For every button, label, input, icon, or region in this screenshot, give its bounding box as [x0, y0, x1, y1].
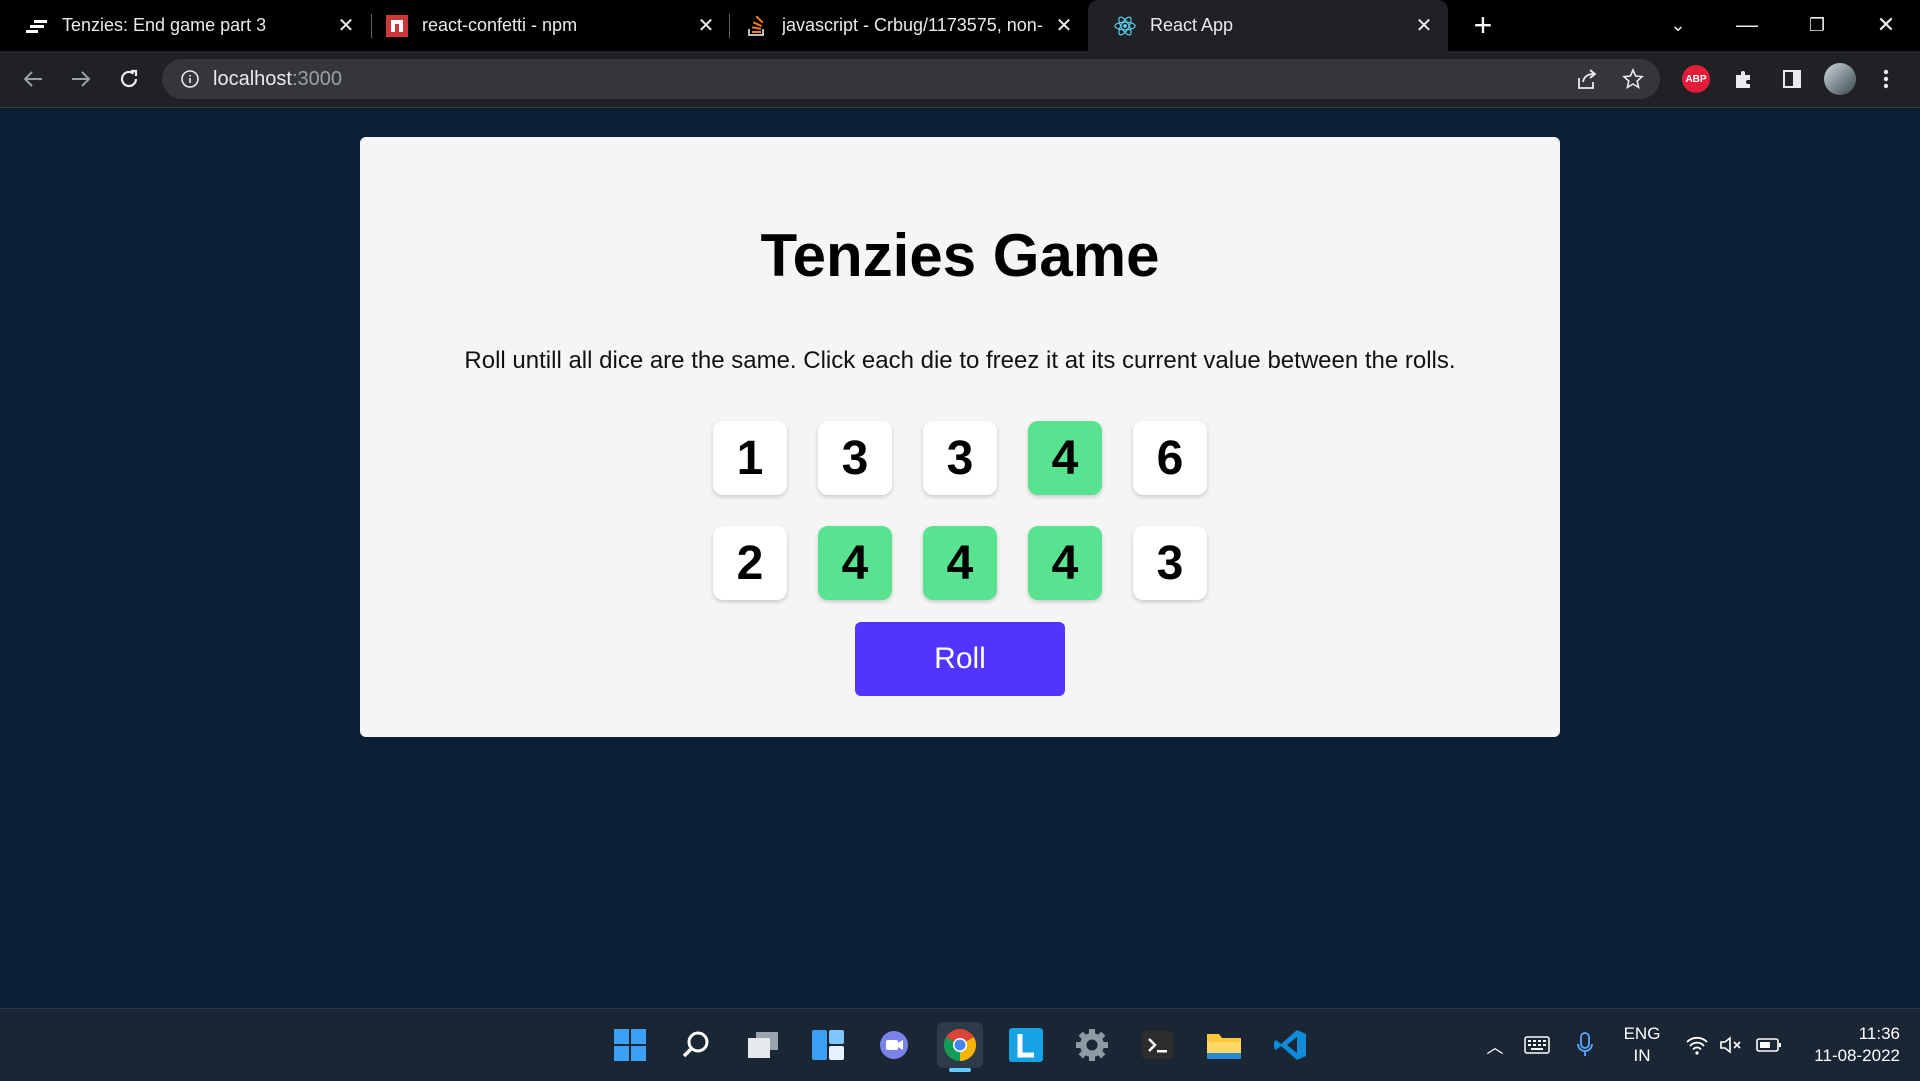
roll-button[interactable]: Roll — [855, 622, 1065, 696]
touch-keyboard-icon[interactable] — [1520, 1009, 1554, 1081]
die[interactable]: 3 — [1133, 526, 1207, 600]
new-tab-button[interactable]: + — [1466, 8, 1500, 42]
tab-title: Tenzies: End game part 3 — [62, 15, 267, 35]
volume-muted-icon[interactable] — [1717, 1009, 1747, 1081]
vscode-icon[interactable] — [1267, 1022, 1313, 1068]
die-held[interactable]: 4 — [818, 526, 892, 600]
side-panel-icon[interactable] — [1778, 65, 1806, 93]
npm-favicon-icon — [386, 14, 408, 37]
die-held[interactable]: 4 — [1028, 421, 1102, 495]
tab-strip: Tenzies: End game part 3 ✕ react-confett… — [0, 0, 1920, 51]
chat-icon[interactable] — [871, 1022, 917, 1068]
wifi-icon[interactable] — [1682, 1009, 1712, 1081]
profile-avatar[interactable] — [1824, 63, 1856, 95]
language-code: ENG — [1623, 1024, 1661, 1043]
menu-kebab-icon[interactable] — [1872, 65, 1900, 93]
chrome-icon[interactable] — [937, 1022, 983, 1072]
share-icon[interactable] — [1575, 68, 1599, 90]
close-tab-icon[interactable]: ✕ — [696, 15, 716, 37]
tab-title: React App — [1150, 15, 1234, 35]
tab-title: javascript - Crbug/1173575, non- — [782, 15, 1043, 35]
file-explorer-icon[interactable] — [1201, 1022, 1247, 1068]
windows-taskbar: ︿ ENG IN 11:36 11-08-2022 — [0, 1008, 1920, 1081]
instructions-text: Roll untill all dice are the same. Click… — [464, 347, 1456, 374]
clock-time: 11:36 — [1858, 1024, 1900, 1043]
tab-search-icon[interactable]: ⌄ — [1658, 8, 1698, 42]
die[interactable]: 1 — [713, 421, 787, 495]
adblock-plus-icon[interactable]: ABP — [1682, 65, 1710, 93]
tab-tenzies-end-game[interactable]: Tenzies: End game part 3 ✕ — [0, 0, 370, 51]
tab-react-app[interactable]: React App ✕ — [1088, 0, 1448, 51]
reload-button[interactable] — [115, 65, 143, 93]
active-app-indicator — [949, 1068, 971, 1072]
tenzies-card: Tenzies Game Roll untill all dice are th… — [360, 137, 1560, 737]
search-icon[interactable] — [673, 1022, 719, 1068]
tab-title: react-confetti - npm — [422, 15, 578, 35]
browser-toolbar: localhost:3000 ABP — [0, 51, 1920, 108]
close-tab-icon[interactable]: ✕ — [336, 15, 356, 37]
die[interactable]: 3 — [923, 421, 997, 495]
start-icon[interactable] — [607, 1022, 653, 1068]
address-bar[interactable]: localhost:3000 — [162, 59, 1660, 99]
die[interactable]: 2 — [713, 526, 787, 600]
tab-react-confetti[interactable]: react-confetti - npm ✕ — [360, 0, 730, 51]
settings-icon[interactable] — [1069, 1022, 1115, 1068]
battery-icon[interactable] — [1754, 1009, 1784, 1081]
widgets-icon[interactable] — [805, 1022, 851, 1068]
die-held[interactable]: 4 — [1028, 526, 1102, 600]
back-button[interactable] — [19, 65, 47, 93]
restore-icon[interactable]: ❐ — [1797, 8, 1837, 42]
site-info-icon — [181, 70, 199, 88]
bookmark-star-icon[interactable] — [1622, 68, 1644, 90]
clock[interactable]: 11:36 11-08-2022 — [1790, 1023, 1900, 1067]
language-region: IN — [1633, 1046, 1651, 1065]
close-window-icon[interactable]: ✕ — [1866, 8, 1906, 42]
reload-icon — [120, 69, 138, 88]
task-view-icon[interactable] — [740, 1022, 786, 1068]
forward-arrow-icon — [72, 71, 91, 87]
url-text: localhost:3000 — [213, 68, 342, 91]
language-indicator[interactable]: ENG IN — [1620, 1023, 1664, 1067]
tray-chevron-up-icon[interactable]: ︿ — [1480, 1009, 1510, 1081]
minimize-icon[interactable]: — — [1727, 8, 1767, 42]
dice-grid: 1 3 3 4 6 2 4 4 4 3 — [713, 421, 1207, 600]
l-app-icon[interactable] — [1003, 1022, 1049, 1068]
back-arrow-icon — [23, 71, 42, 87]
scrimba-favicon-icon — [26, 15, 48, 37]
close-tab-icon[interactable]: ✕ — [1414, 15, 1434, 37]
die[interactable]: 6 — [1133, 421, 1207, 495]
react-favicon-icon — [1114, 15, 1136, 37]
stackoverflow-favicon-icon — [746, 14, 768, 37]
clock-date: 11-08-2022 — [1814, 1046, 1900, 1065]
url-host: localhost — [213, 68, 292, 90]
die[interactable]: 3 — [818, 421, 892, 495]
url-port: :3000 — [291, 68, 342, 90]
forward-button[interactable] — [67, 65, 95, 93]
page-title: Tenzies Game — [760, 222, 1160, 289]
extensions-puzzle-icon[interactable] — [1730, 65, 1758, 93]
microphone-icon[interactable] — [1570, 1009, 1600, 1081]
terminal-icon[interactable] — [1135, 1022, 1181, 1068]
tab-stackoverflow[interactable]: javascript - Crbug/1173575, non- ✕ — [720, 0, 1088, 51]
die-held[interactable]: 4 — [923, 526, 997, 600]
close-tab-icon[interactable]: ✕ — [1054, 15, 1074, 37]
